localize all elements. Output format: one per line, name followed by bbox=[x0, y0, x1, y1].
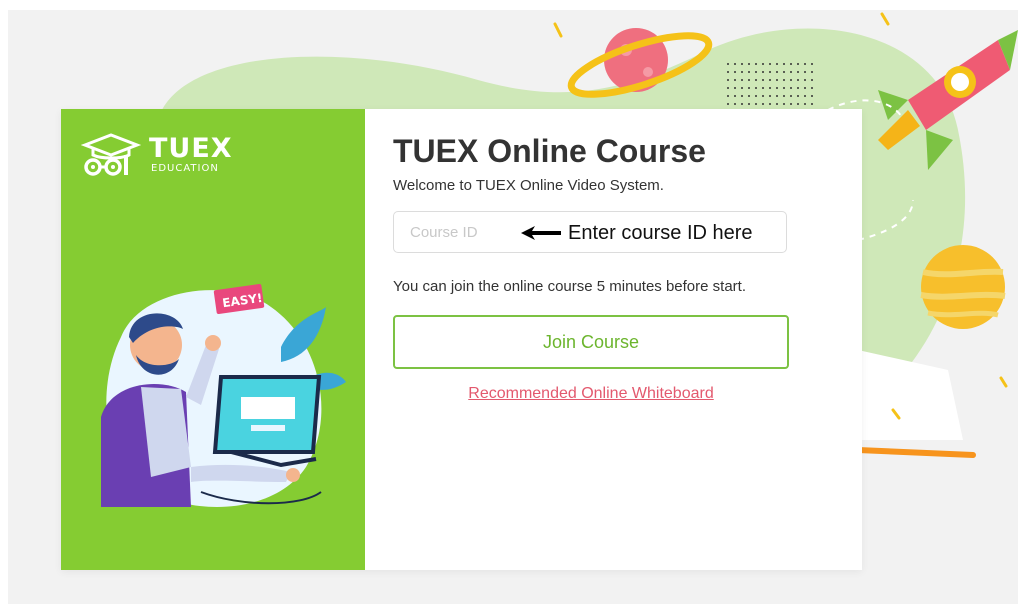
recommended-whiteboard-link[interactable]: Recommended Online Whiteboard bbox=[365, 384, 817, 404]
join-course-button[interactable]: Join Course bbox=[393, 315, 789, 369]
course-login-form: TUEX Online Course Welcome to TUEX Onlin… bbox=[365, 109, 862, 570]
striped-planet bbox=[920, 245, 1006, 329]
join-info-text: You can join the online course 5 minutes… bbox=[393, 278, 746, 295]
brand-panel: TUEX EDUCATION EASY! bbox=[61, 109, 365, 570]
tuex-logo: TUEX EDUCATION bbox=[81, 133, 241, 177]
logo-wordmark: TUEX bbox=[149, 133, 233, 164]
teacher-illustration: EASY! bbox=[101, 284, 346, 507]
login-card: TUEX EDUCATION EASY! TUEX Online Course … bbox=[61, 109, 862, 570]
logo-subtitle: EDUCATION bbox=[151, 163, 219, 174]
graduation-glasses-icon bbox=[81, 133, 142, 176]
welcome-text: Welcome to TUEX Online Video System. bbox=[393, 177, 664, 194]
course-id-field: Enter course ID here bbox=[393, 211, 787, 253]
course-id-hint: Enter course ID here bbox=[568, 222, 753, 244]
arrow-left-icon bbox=[521, 226, 561, 240]
page-title: TUEX Online Course bbox=[393, 133, 706, 169]
page-background: TUEX EDUCATION EASY! TUEX Online Course … bbox=[8, 10, 1018, 604]
open-book bbox=[855, 350, 976, 458]
